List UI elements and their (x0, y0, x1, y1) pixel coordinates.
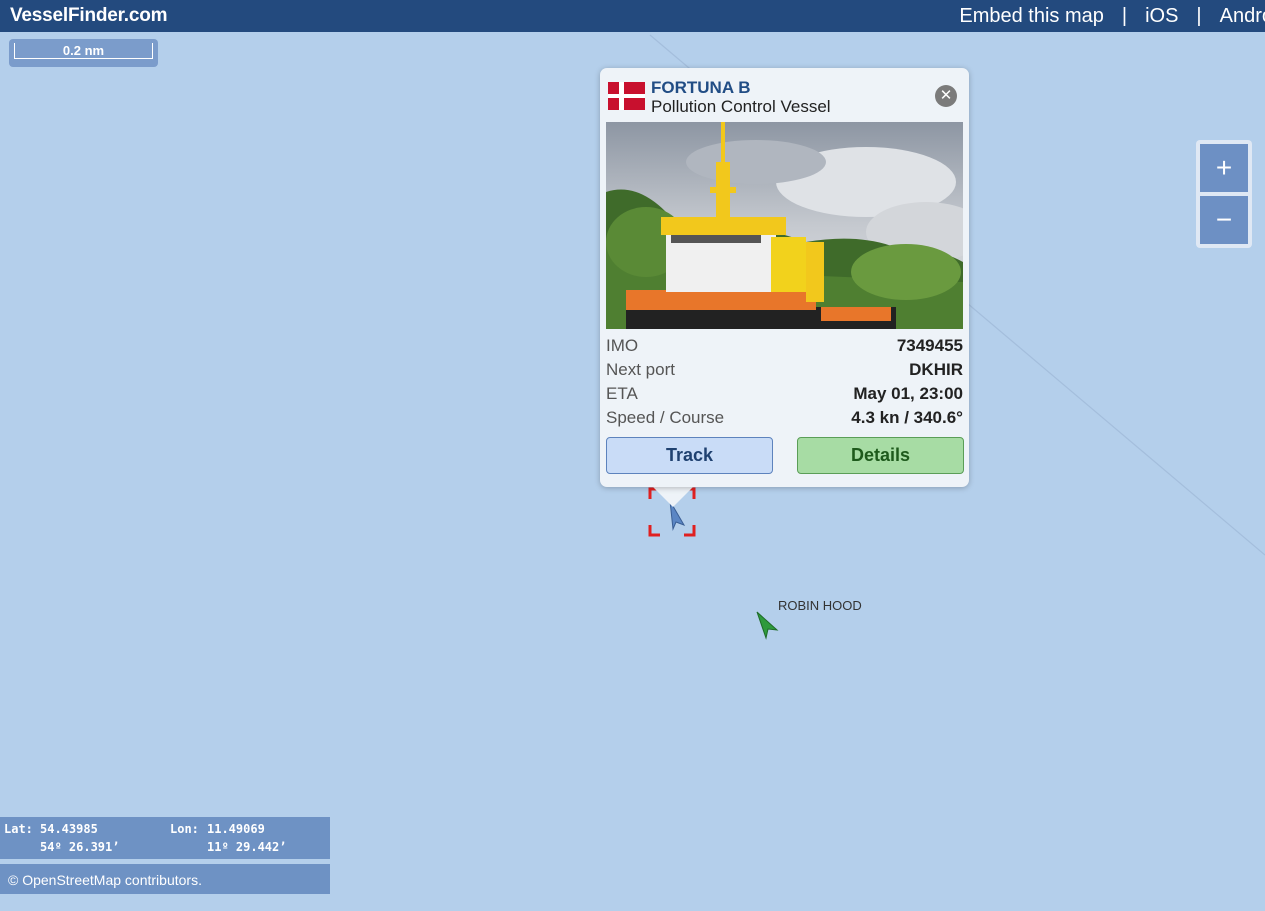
ios-link[interactable]: iOS (1145, 5, 1178, 28)
attribution: © OpenStreetMap contributors. (0, 864, 330, 894)
info-label: Next port (606, 360, 675, 379)
lat-decimal: 54.43985 (40, 822, 98, 836)
info-row-imo: IMO 7349455 (606, 336, 963, 360)
info-row-speed-course: Speed / Course 4.3 kn / 340.6° (606, 408, 963, 432)
lat-dms: 54º 26.391’ (40, 840, 120, 854)
brand-logo[interactable]: VesselFinder.com (10, 5, 168, 27)
zoom-in-button[interactable]: + (1200, 144, 1248, 192)
info-value: May 01, 23:00 (853, 384, 963, 403)
info-label: ETA (606, 384, 638, 403)
popup-pointer (651, 485, 695, 507)
close-icon[interactable]: ✕ (935, 85, 957, 107)
android-link[interactable]: Andro (1220, 5, 1265, 28)
lat-label: Lat: (4, 822, 33, 836)
info-value: 4.3 kn / 340.6° (851, 408, 963, 427)
lon-decimal: 11.49069 (207, 822, 265, 836)
nav-separator: | (1121, 5, 1128, 27)
zoom-out-button[interactable]: − (1200, 196, 1248, 244)
denmark-flag-icon (608, 82, 645, 110)
info-value: 7349455 (896, 336, 963, 355)
coordinates-panel: Lat: 54.43985 54º 26.391’ Lon: 11.49069 … (0, 817, 330, 859)
info-label: IMO (606, 336, 639, 355)
nav-separator: | (1196, 5, 1202, 27)
top-nav: Embed this map | iOS | Andro (959, 5, 1265, 28)
vessel-photo[interactable] (606, 122, 963, 329)
zoom-control: + − (1196, 140, 1252, 248)
attribution-text[interactable]: © OpenStreetMap contributors. (8, 872, 202, 888)
info-row-next-port: Next port DKHIR (606, 360, 963, 384)
info-label: Speed / Course (606, 408, 725, 427)
scale-label: 0.2 nm (14, 43, 153, 59)
vessel-name[interactable]: FORTUNA B (651, 78, 750, 98)
scale-control: 0.2 nm (9, 39, 158, 67)
top-bar: VesselFinder.com Embed this map | iOS | Andr… (0, 0, 1265, 32)
lon-label: Lon: (170, 822, 199, 836)
vessel-popup: FORTUNA B Pollution Control Vessel ✕ IMO… (600, 68, 969, 487)
info-row-eta: ETA May 01, 23:00 (606, 384, 963, 408)
track-button[interactable]: Track (606, 437, 773, 474)
vessel-arrow-icon[interactable] (753, 608, 781, 642)
info-value: DKHIR (909, 360, 963, 379)
vessel-label-robin-hood[interactable]: ROBIN HOOD (778, 598, 862, 613)
details-button[interactable]: Details (797, 437, 964, 474)
lon-dms: 11º 29.442’ (207, 840, 287, 854)
vessel-type: Pollution Control Vessel (651, 97, 831, 116)
embed-map-link[interactable]: Embed this map (959, 5, 1104, 28)
